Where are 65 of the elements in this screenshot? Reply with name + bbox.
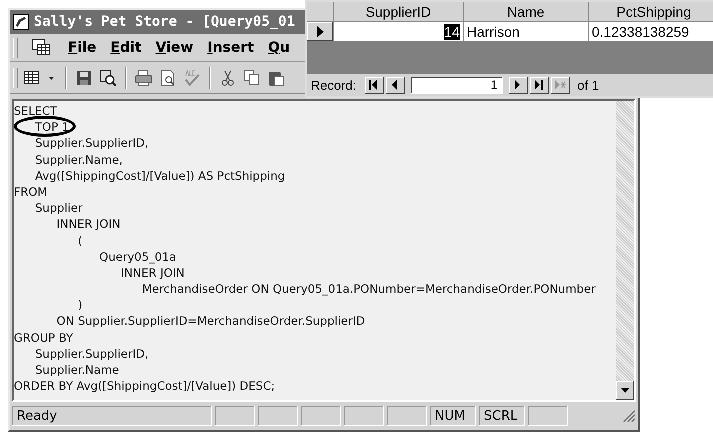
code-line: Query05_01a: [100, 250, 177, 264]
window-title: Sally's Pet Store - [Query05_01: [34, 14, 296, 30]
code-line: ON Supplier.SupplierID=MerchandiseOrder.SupplierID: [56, 314, 366, 328]
status-message: Ready: [12, 406, 212, 426]
code-line: Supplier.SupplierID,: [35, 136, 149, 150]
first-record-button[interactable]: [364, 76, 384, 94]
previous-record-button[interactable]: [386, 76, 405, 94]
print-icon[interactable]: [134, 68, 154, 86]
code-line: INNER JOIN: [120, 266, 185, 280]
code-line: ): [78, 298, 83, 312]
record-count: of 1: [578, 78, 600, 92]
last-record-button[interactable]: [530, 76, 549, 94]
column-header[interactable]: Name: [464, 2, 588, 21]
status-pane: [344, 406, 384, 426]
datasheet-view-icon[interactable]: [22, 68, 42, 86]
code-line: MerchandiseOrder ON Query05_01a.PONumber=MerchandiseOrder.PONumber: [142, 282, 596, 296]
record-label: Record:: [311, 78, 357, 92]
status-pane: [301, 406, 341, 426]
current-row-icon: [316, 26, 324, 38]
next-record-button[interactable]: [508, 76, 528, 94]
menu-item[interactable]: Insert: [208, 40, 254, 56]
code-line: Supplier.Name,: [35, 152, 123, 167]
toolbar-grip: [13, 68, 18, 88]
code-line: SELECT: [14, 104, 58, 118]
status-pane: [215, 406, 255, 426]
scroll-down-button[interactable]: [616, 381, 634, 400]
code-line: FROM: [14, 184, 48, 199]
copy-icon[interactable]: [242, 68, 262, 86]
add-arrow-icon: [554, 79, 566, 91]
table-cell: Harrison: [464, 22, 588, 41]
app-icon: [13, 14, 29, 30]
circle-annotation: [14, 116, 76, 137]
status-indicator: NUM: [430, 406, 476, 426]
code-line: (: [78, 234, 83, 248]
code-line: Supplier.Name: [35, 363, 120, 377]
table-cell: 0.12338138259: [589, 22, 713, 41]
status-pane: [387, 406, 427, 426]
code-line: Supplier: [35, 201, 83, 216]
table-cell: 14: [334, 22, 463, 41]
status-pane: [258, 406, 298, 426]
menu-item[interactable]: Qu: [268, 40, 290, 56]
down-arrow-icon: [620, 388, 630, 394]
row-selector[interactable]: [307, 22, 333, 41]
menu-item[interactable]: File: [68, 40, 97, 56]
last-arrow-icon: [533, 79, 546, 91]
status-pane: [528, 406, 568, 426]
code-line: Avg([ShippingCost]/[Value]) AS PctShipping: [35, 168, 286, 183]
status-indicator: SCRL: [479, 406, 525, 426]
toolbar-grip: [13, 38, 18, 58]
code-line: Supplier.SupplierID,: [35, 346, 149, 361]
code-line: GROUP BY: [14, 330, 74, 345]
vertical-scrollbar[interactable]: [616, 101, 634, 400]
new-record-button[interactable]: [550, 76, 570, 94]
magnifier-icon[interactable]: [98, 68, 118, 86]
resize-grip-icon[interactable]: [622, 409, 636, 423]
column-header[interactable]: PctShipping: [589, 2, 713, 21]
menu-item[interactable]: Edit: [110, 40, 142, 56]
code-line: ORDER BY Avg([ShippingCost]/[Value]) DESC;: [14, 379, 276, 394]
grid-window-icon[interactable]: [32, 38, 52, 56]
code-line: TOP 1: [35, 120, 70, 134]
code-line: INNER JOIN: [56, 217, 121, 232]
column-header[interactable]: SupplierID: [334, 2, 463, 21]
record-number-field[interactable]: 1: [410, 76, 503, 94]
save-icon[interactable]: [74, 68, 94, 86]
menu-item[interactable]: View: [156, 40, 194, 56]
